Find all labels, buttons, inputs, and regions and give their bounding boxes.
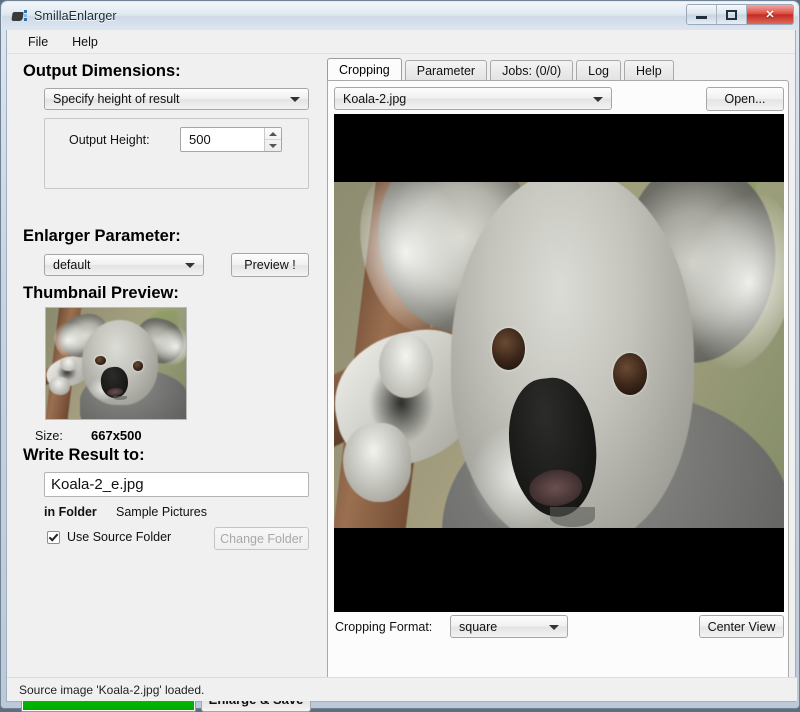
check-icon: [48, 530, 59, 542]
output-filename-input[interactable]: Koala-2_e.jpg: [44, 472, 309, 497]
enlarger-parameter-value: default: [53, 258, 91, 272]
stepper-buttons[interactable]: [264, 128, 281, 151]
close-button[interactable]: ✕: [747, 5, 793, 24]
output-height-value: 500: [189, 132, 211, 147]
tab-log-label: Log: [588, 64, 610, 78]
size-label: Size:: [35, 429, 63, 443]
open-button[interactable]: Open...: [706, 87, 784, 111]
in-folder-label: in Folder: [44, 505, 97, 519]
content-area: Output Dimensions: Specify height of res…: [7, 54, 797, 712]
folder-value: Sample Pictures: [116, 505, 208, 519]
center-view-button[interactable]: Center View: [699, 615, 784, 638]
stepper-up-button[interactable]: [265, 128, 281, 140]
thumbnail-image: [45, 307, 187, 420]
minimize-button[interactable]: [687, 5, 717, 24]
chevron-down-icon: [593, 96, 603, 102]
enlarger-parameter-heading: Enlarger Parameter:: [23, 227, 181, 245]
tab-log[interactable]: Log: [576, 60, 622, 81]
change-folder-label: Change Folder: [220, 531, 303, 546]
use-source-folder-checkbox[interactable]: Use Source Folder: [47, 530, 171, 544]
size-value: 667x500: [91, 428, 142, 443]
menu-bar: File Help: [7, 30, 795, 54]
tab-help[interactable]: Help: [624, 60, 674, 81]
change-folder-button[interactable]: Change Folder: [214, 527, 309, 550]
application-window: SmillaEnlarger ✕ File Help Output Dimens…: [0, 0, 800, 712]
chevron-down-icon: [269, 143, 277, 148]
chevron-down-icon: [549, 624, 559, 630]
file-combo[interactable]: Koala-2.jpg: [334, 87, 612, 110]
maximize-button[interactable]: [717, 5, 747, 24]
minimize-icon: [696, 16, 707, 19]
tab-cropping-label: Cropping: [339, 63, 390, 77]
cropping-format-value: square: [459, 619, 498, 634]
app-icon: [11, 8, 27, 24]
output-mode-combo[interactable]: Specify height of result: [44, 88, 309, 110]
tab-jobs[interactable]: Jobs: (0/0): [490, 60, 574, 81]
chevron-up-icon: [269, 131, 277, 136]
status-bar: Source image 'Koala-2.jpg' loaded.: [7, 677, 797, 701]
enlarger-parameter-combo[interactable]: default: [44, 254, 204, 276]
tab-help-label: Help: [636, 64, 662, 78]
client-area: File Help Output Dimensions: Specify hei…: [6, 30, 797, 712]
open-button-label: Open...: [724, 92, 766, 106]
status-text: Source image 'Koala-2.jpg' loaded.: [19, 682, 205, 697]
chevron-down-icon: [185, 263, 195, 268]
menu-file[interactable]: File: [17, 32, 59, 52]
right-panel: Cropping Parameter Jobs: (0/0) Log Help …: [319, 54, 797, 701]
output-height-stepper[interactable]: 500: [180, 127, 282, 152]
left-panel: Output Dimensions: Specify height of res…: [7, 54, 319, 701]
preview-button-label: Preview !: [244, 258, 296, 272]
tab-bar: Cropping Parameter Jobs: (0/0) Log Help: [327, 58, 677, 81]
checkbox-box: [47, 530, 60, 544]
letterbox-top: [334, 114, 784, 182]
cropping-tab-panel: Koala-2.jpg Open... Cropping Format: squ…: [327, 80, 789, 684]
preview-button[interactable]: Preview !: [231, 253, 309, 277]
window-title: SmillaEnlarger: [34, 9, 117, 23]
close-icon: ✕: [765, 9, 775, 21]
title-bar: SmillaEnlarger ✕: [2, 2, 798, 30]
output-height-group: Output Height: 500: [44, 118, 309, 189]
file-combo-value: Koala-2.jpg: [343, 91, 407, 106]
center-view-label: Center View: [707, 619, 776, 634]
stepper-down-button[interactable]: [265, 140, 281, 151]
cropping-format-label: Cropping Format:: [335, 620, 433, 634]
tab-parameter-label: Parameter: [416, 64, 476, 78]
thumbnail-preview-heading: Thumbnail Preview:: [23, 284, 179, 302]
output-height-label: Output Height:: [69, 133, 150, 147]
maximize-icon: [726, 9, 737, 20]
window-controls: ✕: [686, 4, 794, 25]
chevron-down-icon: [290, 97, 300, 102]
tab-jobs-label: Jobs: (0/0): [502, 64, 562, 78]
write-result-heading: Write Result to:: [23, 446, 145, 464]
letterbox-bottom: [334, 528, 784, 612]
cropping-format-combo[interactable]: square: [450, 615, 568, 638]
output-filename-value: Koala-2_e.jpg: [51, 476, 144, 493]
menu-help[interactable]: Help: [61, 32, 109, 52]
output-mode-value: Specify height of result: [53, 92, 180, 106]
tab-parameter[interactable]: Parameter: [404, 60, 488, 81]
image-preview[interactable]: [334, 114, 784, 612]
use-source-folder-label: Use Source Folder: [67, 530, 172, 544]
tab-cropping[interactable]: Cropping: [327, 58, 402, 81]
output-dimensions-heading: Output Dimensions:: [23, 62, 181, 80]
